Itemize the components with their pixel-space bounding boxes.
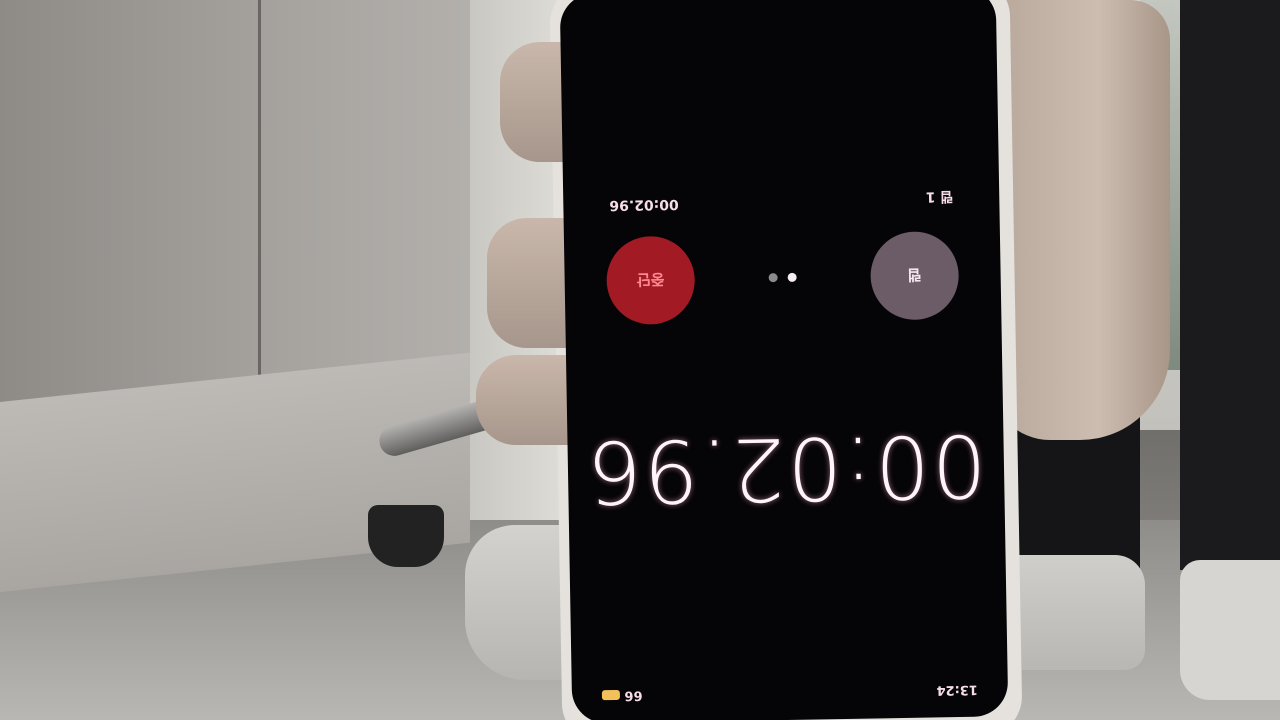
stop-button[interactable]: 중단 [605,235,696,326]
chair-wheel [368,505,444,567]
sneaker [1000,555,1145,670]
lap-button[interactable]: 랩 [869,230,960,321]
status-bar: 13:24 66 [601,681,978,704]
status-time: 13:24 [936,681,978,698]
lap-list-item: 랩 1 00:02.96 [609,187,953,213]
page-dot[interactable] [768,273,778,283]
battery-indicator: 66 [601,687,643,704]
lap-label: 랩 1 [925,188,954,205]
page-indicator [768,273,797,283]
cabinet [0,0,470,410]
hand [990,0,1170,440]
battery-icon [601,690,621,701]
finger [476,355,576,445]
sneaker [1180,560,1280,700]
photo-scene: 13:24 66 00:02.96 랩 중단 랩 1 00:02.96 [0,0,1280,720]
elapsed-time: 00:02.96 [584,414,988,522]
lap-time: 00:02.96 [609,195,679,214]
person-leg [1180,0,1280,570]
stopwatch-app: 13:24 66 00:02.96 랩 중단 랩 1 00:02.96 [560,0,1009,720]
cabinet-seam [258,0,261,402]
battery-level: 66 [624,687,643,703]
phone-screen: 13:24 66 00:02.96 랩 중단 랩 1 00:02.96 [559,0,1009,720]
control-row: 랩 중단 [605,229,960,327]
page-dot[interactable] [787,273,797,283]
